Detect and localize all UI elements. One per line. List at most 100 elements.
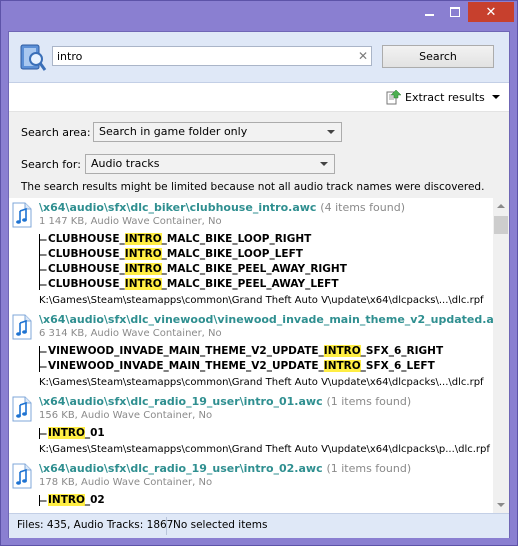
result-archive-location: K:\Games\Steam\steamapps\common\Grand Th… bbox=[39, 444, 490, 455]
track-name-prefix: CLUBHOUSE_ bbox=[48, 278, 125, 290]
result-item-count: (1 items found) bbox=[326, 395, 412, 408]
result-file-path: \x64\audio\sfx\dlc_radio_19_user\intro_0… bbox=[39, 395, 323, 408]
close-button[interactable]: ✕ bbox=[468, 2, 514, 22]
extract-icon bbox=[386, 89, 401, 105]
result-file-title[interactable]: \x64\audio\sfx\dlc_biker\clubhouse_intro… bbox=[39, 201, 405, 214]
tree-branch: — bbox=[39, 235, 47, 244]
magnifier-book-icon bbox=[20, 44, 47, 71]
maximize-icon bbox=[450, 7, 460, 17]
audio-track-item[interactable]: —INTRO_02 bbox=[39, 494, 105, 506]
search-for-select[interactable]: Audio tracks bbox=[85, 154, 335, 174]
audio-track-item[interactable]: —CLUBHOUSE_INTRO_MALC_BIKE_PEEL_AWAY_LEF… bbox=[39, 278, 339, 290]
title-bar[interactable]: ✕ bbox=[1, 1, 517, 31]
track-name-match: INTRO bbox=[124, 248, 162, 260]
result-file-title[interactable]: \x64\audio\sfx\dlc_radio_19_user\intro_0… bbox=[39, 462, 411, 475]
tree-branch: — bbox=[39, 265, 47, 274]
search-area-value: Search in game folder only bbox=[99, 125, 248, 138]
tree-line bbox=[39, 428, 40, 439]
search-input[interactable] bbox=[52, 46, 372, 66]
tree-branch: — bbox=[39, 362, 47, 371]
track-name-suffix: _SFX_6_RIGHT bbox=[360, 345, 444, 357]
audio-track-item[interactable]: —CLUBHOUSE_INTRO_MALC_BIKE_LOOP_LEFT bbox=[39, 248, 303, 260]
music-note-file-icon bbox=[12, 463, 32, 489]
extract-dropdown-icon[interactable] bbox=[492, 95, 500, 99]
tree-branch: — bbox=[39, 429, 47, 438]
status-file-count: Files: 435, Audio Tracks: 1867 bbox=[17, 519, 174, 531]
scroll-up-icon[interactable] bbox=[497, 204, 505, 208]
toolbar: Extract results bbox=[9, 83, 509, 112]
track-name-match: INTRO bbox=[124, 263, 162, 275]
track-name-match: INTRO bbox=[48, 494, 85, 506]
tree-branch: — bbox=[39, 347, 47, 356]
extract-results-label: Extract results bbox=[405, 90, 485, 104]
search-for-label: Search for: bbox=[21, 158, 81, 171]
music-note-file-icon bbox=[12, 396, 32, 422]
search-bar: ✕ Search bbox=[9, 32, 509, 83]
track-name-suffix: _MALC_BIKE_PEEL_AWAY_RIGHT bbox=[161, 263, 347, 275]
close-icon: ✕ bbox=[485, 4, 497, 20]
track-name-prefix: VINEWOOD_INVADE_MAIN_THEME_V2_UPDATE_ bbox=[48, 360, 324, 372]
tree-line bbox=[39, 495, 40, 506]
status-selection: No selected items bbox=[173, 519, 268, 531]
search-notice: The search results might be limited beca… bbox=[21, 181, 485, 193]
track-name-suffix: _SFX_6_LEFT bbox=[360, 360, 435, 372]
status-divider bbox=[166, 517, 167, 535]
tree-line bbox=[39, 346, 40, 372]
clear-search-icon[interactable]: ✕ bbox=[354, 46, 372, 66]
result-item-count: (4 items found) bbox=[320, 201, 405, 214]
scroll-down-icon[interactable] bbox=[497, 503, 505, 507]
result-file-title[interactable]: \x64\audio\sfx\dlc_vinewood\vinewood_inv… bbox=[39, 313, 493, 326]
result-file-meta: 156 KB, Audio Wave Container, No bbox=[39, 410, 213, 421]
result-file-meta: 178 KB, Audio Wave Container, No bbox=[39, 477, 213, 488]
status-bar: Files: 435, Audio Tracks: 1867 No select… bbox=[9, 513, 509, 538]
extract-results-button[interactable]: Extract results bbox=[385, 88, 485, 106]
track-name-match: INTRO bbox=[323, 360, 361, 372]
track-name-match: INTRO bbox=[48, 427, 85, 439]
result-file-path: \x64\audio\sfx\dlc_vinewood\vinewood_inv… bbox=[39, 313, 493, 326]
track-name-suffix: _01 bbox=[84, 427, 105, 439]
audio-track-item[interactable]: —CLUBHOUSE_INTRO_MALC_BIKE_LOOP_RIGHT bbox=[39, 233, 311, 245]
result-file-title[interactable]: \x64\audio\sfx\dlc_radio_19_user\intro_0… bbox=[39, 395, 411, 408]
chevron-down-icon bbox=[320, 162, 328, 166]
results-scrollbar[interactable] bbox=[493, 198, 509, 513]
track-name-match: INTRO bbox=[124, 233, 162, 245]
results-list[interactable]: \x64\audio\sfx\dlc_biker\clubhouse_intro… bbox=[9, 198, 493, 513]
chevron-down-icon bbox=[327, 130, 335, 134]
audio-track-item[interactable]: —INTRO_01 bbox=[39, 427, 105, 439]
search-options: Search area: Search in game folder only … bbox=[9, 112, 509, 198]
tree-branch: — bbox=[39, 250, 47, 259]
search-area-label: Search area: bbox=[21, 126, 91, 139]
audio-track-item[interactable]: —CLUBHOUSE_INTRO_MALC_BIKE_PEEL_AWAY_RIG… bbox=[39, 263, 347, 275]
result-archive-location: K:\Games\Steam\steamapps\common\Grand Th… bbox=[39, 377, 484, 388]
minimize-button[interactable] bbox=[417, 2, 442, 22]
audio-track-item[interactable]: —VINEWOOD_INVADE_MAIN_THEME_V2_UPDATE_IN… bbox=[39, 345, 443, 357]
search-for-value: Audio tracks bbox=[91, 157, 160, 170]
app-window: ✕ ✕ Search Extract r bbox=[0, 0, 518, 546]
tree-branch: — bbox=[39, 280, 47, 289]
track-name-suffix: _MALC_BIKE_PEEL_AWAY_LEFT bbox=[161, 278, 339, 290]
track-name-match: INTRO bbox=[124, 278, 162, 290]
result-file-meta: 1 147 KB, Audio Wave Container, No bbox=[39, 216, 222, 227]
result-archive-location: K:\Games\Steam\steamapps\common\Grand Th… bbox=[39, 295, 484, 306]
search-area-select[interactable]: Search in game folder only bbox=[93, 122, 342, 142]
track-name-prefix: CLUBHOUSE_ bbox=[48, 248, 125, 260]
result-item-count: (1 items found) bbox=[326, 462, 412, 475]
track-name-match: INTRO bbox=[323, 345, 361, 357]
maximize-button[interactable] bbox=[442, 2, 468, 22]
scroll-thumb[interactable] bbox=[494, 216, 508, 234]
result-file-meta: 6 314 KB, Audio Wave Container, No bbox=[39, 328, 222, 339]
tree-line bbox=[39, 234, 40, 290]
search-button[interactable]: Search bbox=[382, 45, 494, 68]
main-panel: ✕ Search Extract results Search area: Se… bbox=[8, 31, 510, 538]
result-file-path: \x64\audio\sfx\dlc_radio_19_user\intro_0… bbox=[39, 462, 323, 475]
minimize-icon bbox=[425, 14, 434, 16]
track-name-prefix: VINEWOOD_INVADE_MAIN_THEME_V2_UPDATE_ bbox=[48, 345, 324, 357]
track-name-suffix: _MALC_BIKE_LOOP_LEFT bbox=[161, 248, 303, 260]
track-name-prefix: CLUBHOUSE_ bbox=[48, 263, 125, 275]
audio-track-item[interactable]: —VINEWOOD_INVADE_MAIN_THEME_V2_UPDATE_IN… bbox=[39, 360, 435, 372]
music-note-file-icon bbox=[12, 314, 32, 340]
track-name-prefix: CLUBHOUSE_ bbox=[48, 233, 125, 245]
track-name-suffix: _02 bbox=[84, 494, 105, 506]
tree-branch: — bbox=[39, 496, 47, 505]
track-name-suffix: _MALC_BIKE_LOOP_RIGHT bbox=[161, 233, 312, 245]
